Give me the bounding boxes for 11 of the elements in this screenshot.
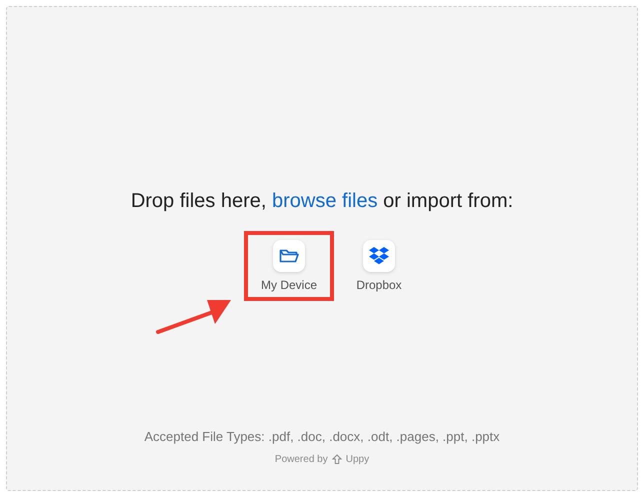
dropbox-icon xyxy=(369,247,389,265)
folder-icon xyxy=(279,248,299,264)
import-source-button[interactable]: Dropbox xyxy=(346,231,412,301)
accepted-file-types: Accepted File Types: .pdf, .doc, .docx, .odt, .pages, .ppt, .pptx xyxy=(144,429,500,444)
brand-name: Uppy xyxy=(346,454,370,465)
drop-zone[interactable]: Drop files here, browse files or import from: My Device Dropbox Accepted File Types: .pdf, .doc, .docx, .odt, .pages, .ppt, .pptx Powered by Uppy xyxy=(6,6,638,491)
uppy-logo-icon xyxy=(332,454,342,465)
drop-instruction: Drop files here, browse files or import from: xyxy=(130,190,514,213)
browse-files-link[interactable]: browse files xyxy=(272,190,378,212)
import-source-button[interactable]: My Device xyxy=(244,231,334,301)
powered-by-text: Powered by xyxy=(274,454,328,465)
